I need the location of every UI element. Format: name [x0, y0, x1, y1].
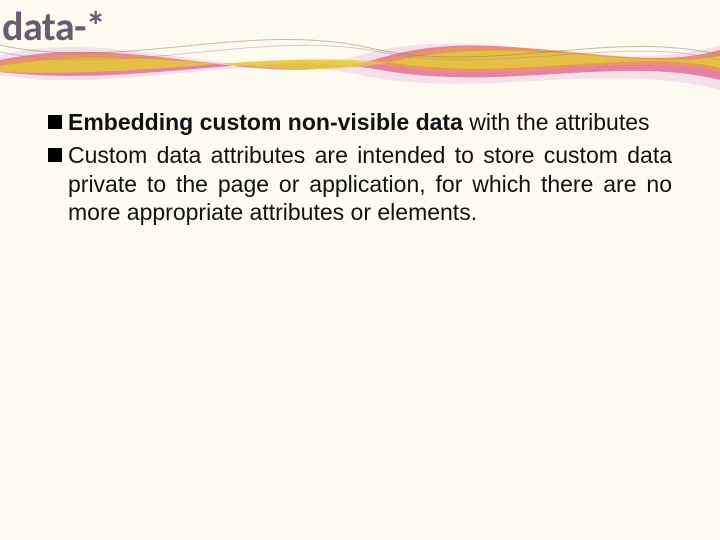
- list-item: Custom data attributes are intended to s…: [48, 141, 672, 227]
- square-bullet-icon: [48, 115, 62, 129]
- slide-title: data-*: [2, 2, 105, 51]
- decorative-wave-background: [0, 0, 720, 100]
- bullet-text: Custom data attributes are intended to s…: [68, 141, 672, 227]
- list-item: Embedding custom non-visible data with t…: [48, 108, 672, 137]
- square-bullet-icon: [48, 148, 62, 162]
- bullet-text: Embedding custom non-visible data with t…: [68, 108, 672, 137]
- slide-body: Embedding custom non-visible data with t…: [48, 108, 672, 231]
